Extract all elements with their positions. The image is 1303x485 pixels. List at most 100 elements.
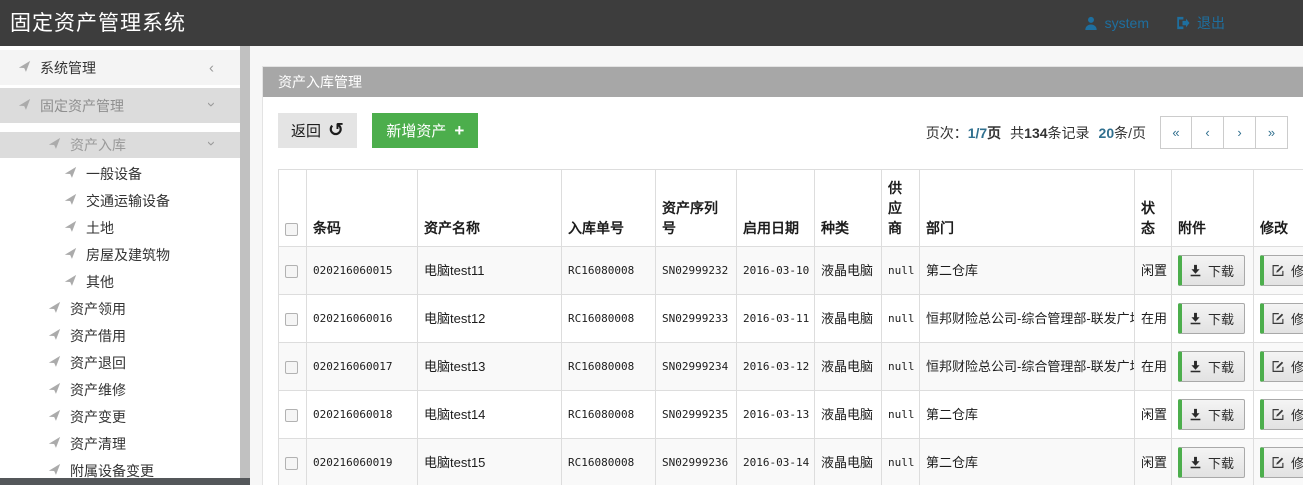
sidebar-scrollbar-thumb[interactable] [240, 46, 250, 478]
cell-order: RC16080008 [562, 439, 656, 485]
edit-icon [1271, 456, 1285, 469]
sidebar-item-4[interactable]: 交通运输设备 [0, 187, 240, 214]
sidebar-item-12[interactable]: 资产变更 [0, 403, 240, 430]
sidebar-item-label: 固定资产管理 [40, 96, 124, 116]
pagination-per-page-suffix: 条/页 [1114, 123, 1146, 143]
edit-button[interactable]: 修改 [1260, 303, 1303, 334]
edit-button[interactable]: 修改 [1260, 255, 1303, 286]
row-checkbox[interactable] [285, 409, 298, 422]
sidebar-item-11[interactable]: 资产维修 [0, 376, 240, 403]
select-all-checkbox[interactable] [285, 223, 298, 236]
cell-serial: SN02999233 [656, 295, 737, 343]
sidebar-item-label: 资产借用 [70, 326, 126, 346]
download-button[interactable]: 下载 [1178, 351, 1245, 382]
download-icon [1189, 312, 1202, 325]
col-order: 入库单号 [562, 170, 656, 247]
download-button-label: 下载 [1208, 309, 1234, 328]
logout-button[interactable]: 退出 [1175, 13, 1225, 33]
cell-status: 闲置 [1135, 247, 1172, 295]
send-icon [48, 436, 61, 452]
cell-serial: SN02999236 [656, 439, 737, 485]
chevron-down-icon: › [204, 102, 219, 107]
asset-table: 条码 资产名称 入库单号 资产序列号 启用日期 种类 供应商 部门 状态 附件 … [278, 169, 1303, 485]
cell-dept: 恒邦财险总公司-综合管理部-联发广场 [920, 343, 1135, 391]
back-button-label: 返回 [291, 120, 321, 141]
sidebar-item-0[interactable]: 系统管理‹ [0, 50, 240, 85]
sidebar-item-13[interactable]: 资产清理 [0, 430, 240, 457]
sidebar-item-label: 其他 [86, 272, 114, 292]
col-serial: 资产序列号 [656, 170, 737, 247]
send-icon [48, 463, 61, 479]
sidebar-item-10[interactable]: 资产退回 [0, 349, 240, 376]
download-button[interactable]: 下载 [1178, 399, 1245, 430]
pagination-per-page: 20 [1099, 125, 1115, 141]
download-button-label: 下载 [1208, 357, 1234, 376]
sidebar-item-label: 资产维修 [70, 380, 126, 400]
cell-supplier: null [882, 343, 920, 391]
table-row: 020216060017 电脑test13 RC16080008 SN02999… [279, 343, 1303, 391]
sidebar-scrollbar[interactable] [240, 46, 250, 478]
next-page-button[interactable]: › [1224, 116, 1256, 149]
edit-icon [1271, 360, 1285, 373]
row-checkbox[interactable] [285, 457, 298, 470]
asset-inbound-panel: 资产入库管理 返回 ↺ 新增资产 + 页次： 1/7 页 共 134 条记录 2… [262, 66, 1303, 485]
last-page-button[interactable]: » [1256, 116, 1288, 149]
download-button[interactable]: 下载 [1178, 447, 1245, 478]
edit-button[interactable]: 修改 [1260, 351, 1303, 382]
row-checkbox[interactable] [285, 361, 298, 374]
cell-barcode: 020216060019 [307, 439, 418, 485]
cell-status: 闲置 [1135, 439, 1172, 485]
cell-barcode: 020216060018 [307, 391, 418, 439]
edit-button[interactable]: 修改 [1260, 399, 1303, 430]
sidebar-item-9[interactable]: 资产借用 [0, 322, 240, 349]
add-asset-button[interactable]: 新增资产 + [372, 113, 478, 148]
download-icon [1189, 360, 1202, 373]
user-name: system [1105, 15, 1149, 31]
cell-date: 2016-03-10 [737, 247, 815, 295]
download-button[interactable]: 下载 [1178, 303, 1245, 334]
sidebar-item-8[interactable]: 资产领用 [0, 295, 240, 322]
edit-button[interactable]: 修改 [1260, 447, 1303, 478]
cell-barcode: 020216060015 [307, 247, 418, 295]
cell-status: 闲置 [1135, 391, 1172, 439]
panel-title: 资产入库管理 [263, 67, 1303, 97]
row-checkbox[interactable] [285, 313, 298, 326]
cell-supplier: null [882, 391, 920, 439]
table-header-row: 条码 资产名称 入库单号 资产序列号 启用日期 种类 供应商 部门 状态 附件 … [279, 170, 1303, 247]
download-button[interactable]: 下载 [1178, 255, 1245, 286]
sidebar-item-6[interactable]: 房屋及建筑物 [0, 241, 240, 268]
pagination-current: 1/7 [968, 125, 987, 141]
cell-date: 2016-03-14 [737, 439, 815, 485]
row-checkbox[interactable] [285, 265, 298, 278]
send-icon [64, 220, 77, 236]
edit-button-label: 修改 [1291, 453, 1303, 472]
cell-serial: SN02999234 [656, 343, 737, 391]
prev-page-button[interactable]: ‹ [1192, 116, 1224, 149]
cell-name: 电脑test11 [418, 247, 562, 295]
sidebar-item-3[interactable]: 一般设备 [0, 160, 240, 187]
sidebar-item-2[interactable]: 资产入库 › [0, 132, 240, 158]
sidebar-item-label: 一般设备 [86, 164, 142, 184]
cell-date: 2016-03-13 [737, 391, 815, 439]
sidebar-item-label: 交通运输设备 [86, 191, 170, 211]
cell-supplier: null [882, 295, 920, 343]
sidebar-item-label: 资产入库 [70, 135, 126, 155]
sidebar-item-1[interactable]: 固定资产管理 › [0, 88, 240, 123]
col-edit: 修改 [1254, 170, 1303, 247]
chevron-down-icon: › [204, 141, 219, 146]
sidebar-footer-strip [0, 478, 250, 485]
sidebar-item-5[interactable]: 土地 [0, 214, 240, 241]
user-menu[interactable]: system [1084, 15, 1149, 31]
edit-icon [1271, 264, 1285, 277]
first-page-button[interactable]: « [1160, 116, 1192, 149]
cell-type: 液晶电脑 [815, 343, 882, 391]
sidebar-item-7[interactable]: 其他 [0, 268, 240, 295]
send-icon [64, 274, 77, 290]
logout-label: 退出 [1197, 13, 1225, 33]
send-icon [48, 137, 61, 153]
back-button[interactable]: 返回 ↺ [278, 113, 357, 148]
send-icon [48, 409, 61, 425]
cell-name: 电脑test12 [418, 295, 562, 343]
sidebar-item-label: 土地 [86, 218, 114, 238]
sidebar-item-label: 资产退回 [70, 353, 126, 373]
